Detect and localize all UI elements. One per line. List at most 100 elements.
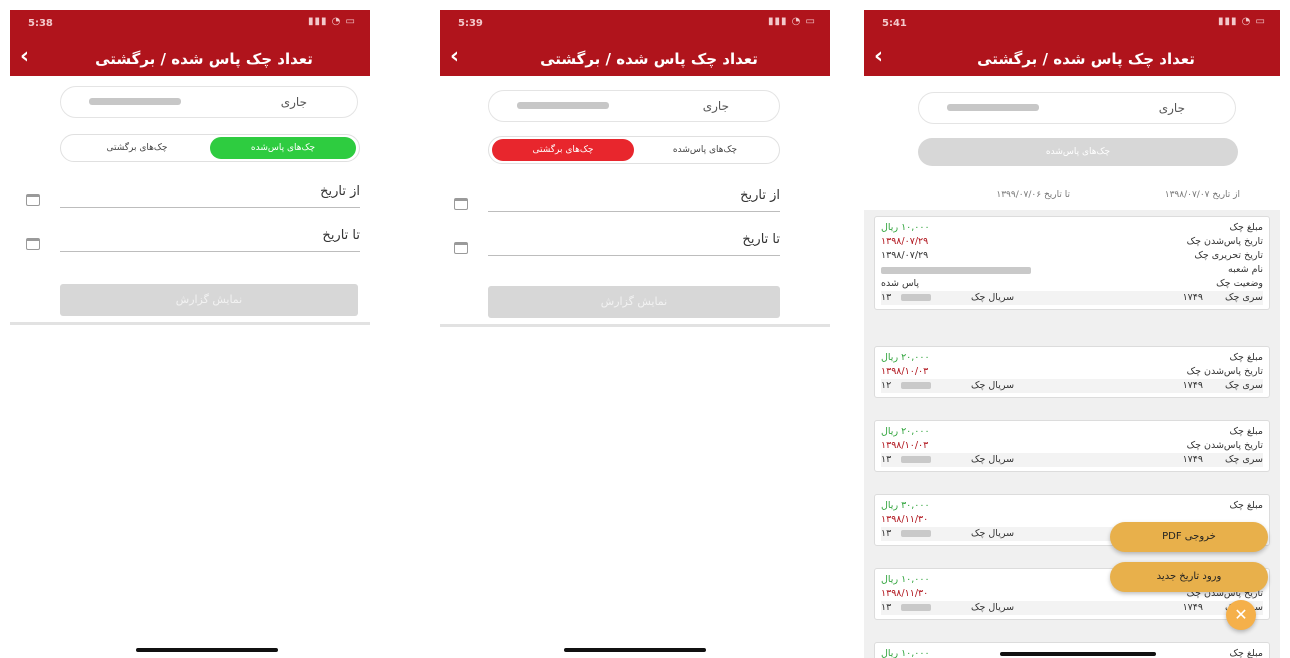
account-selector[interactable]: جاری [488, 90, 780, 122]
account-number-blurred [947, 104, 1039, 111]
serial-blurred [901, 456, 931, 463]
close-icon[interactable]: ✕ [1226, 600, 1256, 630]
to-date-label: تا تاریخ [742, 232, 780, 247]
home-indicator [564, 648, 706, 652]
amount-label: مبلغ چک [1229, 222, 1263, 233]
calendar-icon[interactable] [454, 198, 468, 210]
status-icons: ▮▮▮ ◔ ▭ [767, 16, 816, 27]
series-value: ۱۷۴۹ [1182, 454, 1203, 465]
serial-label: سریال چک [971, 528, 1015, 539]
status-time: 5:38 [28, 18, 53, 29]
pass-date-label: تاریخ پاس‌شدن چک [1186, 236, 1263, 247]
check-type-toggle: چک‌های پاس‌شده چک‌های برگشتی [488, 136, 780, 164]
serial-value: ۱۳ [881, 454, 892, 465]
tab-passed-checks[interactable]: چک‌های پاس‌شده [210, 137, 356, 159]
status-value: پاس شده [881, 278, 920, 289]
account-number-blurred [517, 102, 609, 109]
pass-date-value: ۱۳۹۸/۰۷/۲۹ [881, 236, 929, 247]
back-icon[interactable]: ‹ [450, 46, 459, 68]
serial-label: سریال چک [971, 292, 1015, 303]
pass-date-label: تاریخ پاس‌شدن چک [1186, 440, 1263, 451]
series-label: سری چک [1224, 292, 1263, 303]
status-icons: ▮▮▮ ◔ ▭ [1217, 16, 1266, 27]
tab-returned-checks[interactable]: چک‌های برگشتی [492, 139, 634, 161]
tab-passed-checks[interactable]: چک‌های پاس‌شده [634, 139, 776, 161]
account-type-label: جاری [280, 95, 307, 109]
home-indicator [1000, 652, 1156, 656]
app-header: 5:41 ▮▮▮ ◔ ▭ ‹ تعداد چک پاس شده / برگشتی [864, 10, 1280, 76]
screen-2: 5:39 ▮▮▮ ◔ ▭ ‹ تعداد چک پاس شده / برگشتی… [440, 10, 830, 658]
calendar-icon[interactable] [26, 194, 40, 206]
amount-value: ۳۰,۰۰۰ ریال [881, 500, 930, 511]
from-date-label: از تاریخ [320, 184, 360, 199]
series-label: سری چک [1224, 454, 1263, 465]
show-report-button[interactable]: نمایش گزارش [488, 286, 780, 318]
calendar-icon[interactable] [26, 238, 40, 250]
amount-label: مبلغ چک [1229, 648, 1263, 658]
serial-blurred [901, 382, 931, 389]
pass-date-value: ۱۳۹۸/۱۱/۳۰ [881, 514, 929, 525]
check-card[interactable]: مبلغ چک ۲۰,۰۰۰ ریال تاریخ پاس‌شدن چک ۱۳۹۸/… [874, 346, 1270, 398]
status-time: 5:41 [882, 18, 907, 29]
status-time: 5:39 [458, 18, 483, 29]
serial-value: ۱۳ [881, 528, 892, 539]
serial-label: سریال چک [971, 454, 1015, 465]
screen-1: 5:38 ▮▮▮ ◔ ▭ ‹ تعداد چک پاس شده / برگشتی… [10, 10, 370, 658]
amount-value: ۲۰,۰۰۰ ریال [881, 426, 930, 437]
page-title: تعداد چک پاس شده / برگشتی [95, 50, 313, 68]
from-date-text: از تاریخ ۱۳۹۸/۰۷/۰۷ [1164, 190, 1240, 200]
page-title: تعداد چک پاس شده / برگشتی [977, 50, 1195, 68]
page-title: تعداد چک پاس شده / برگشتی [540, 50, 758, 68]
amount-label: مبلغ چک [1229, 352, 1263, 363]
branch-name-blurred [881, 267, 1031, 274]
amount-label: مبلغ چک [1229, 426, 1263, 437]
series-label: سری چک [1224, 380, 1263, 391]
tab-returned-checks[interactable]: چک‌های برگشتی [64, 137, 210, 159]
passed-checks-button[interactable]: چک‌های پاس‌شده [918, 138, 1238, 166]
serial-value: ۱۲ [881, 380, 892, 391]
to-date-label: تا تاریخ [322, 228, 360, 243]
export-pdf-button[interactable]: خروجی PDF [1110, 522, 1268, 552]
series-value: ۱۷۴۹ [1182, 292, 1203, 303]
app-header: 5:39 ▮▮▮ ◔ ▭ ‹ تعداد چک پاس شده / برگشتی [440, 10, 830, 76]
account-selector[interactable]: جاری [60, 86, 358, 118]
from-date-field[interactable]: از تاریخ [60, 182, 360, 208]
divider [10, 322, 370, 325]
home-indicator [136, 648, 278, 652]
screen-3: 5:41 ▮▮▮ ◔ ▭ ‹ تعداد چک پاس شده / برگشتی… [864, 10, 1280, 658]
to-date-text: تا تاریخ ۱۳۹۹/۰۷/۰۶ [996, 190, 1070, 200]
to-date-field[interactable]: تا تاریخ [488, 230, 780, 256]
new-date-button[interactable]: ورود تاریخ جدید [1110, 562, 1268, 592]
from-date-field[interactable]: از تاریخ [488, 186, 780, 212]
from-date-label: از تاریخ [740, 188, 780, 203]
account-selector[interactable]: جاری [918, 92, 1236, 124]
serial-label: سریال چک [971, 602, 1015, 613]
app-header: 5:38 ▮▮▮ ◔ ▭ ‹ تعداد چک پاس شده / برگشتی [10, 10, 370, 76]
serial-blurred [901, 530, 931, 537]
account-type-label: جاری [702, 99, 729, 113]
amount-value: ۱۰,۰۰۰ ریال [881, 222, 930, 233]
pass-date-value: ۱۳۹۸/۱۱/۳۰ [881, 588, 929, 599]
pass-date-value: ۱۳۹۸/۱۰/۰۳ [881, 366, 929, 377]
series-value: ۱۷۴۹ [1182, 602, 1203, 613]
to-date-field[interactable]: تا تاریخ [60, 226, 360, 252]
amount-value: ۱۰,۰۰۰ ریال [881, 574, 930, 585]
check-card[interactable]: مبلغ چک ۱۰,۰۰۰ ریال تاریخ پاس‌شدن چک ۱۳۹۸/… [874, 216, 1270, 310]
pass-date-value: ۱۳۹۸/۱۰/۰۳ [881, 440, 929, 451]
amount-value: ۱۰,۰۰۰ ریال [881, 648, 930, 658]
check-card[interactable]: مبلغ چک ۲۰,۰۰۰ ریال تاریخ پاس‌شدن چک ۱۳۹۸/… [874, 420, 1270, 472]
show-report-button[interactable]: نمایش گزارش [60, 284, 358, 316]
series-value: ۱۷۴۹ [1182, 380, 1203, 391]
pass-date-label: تاریخ پاس‌شدن چک [1186, 366, 1263, 377]
write-date-value: ۱۳۹۸/۰۷/۲۹ [881, 250, 929, 261]
serial-blurred [901, 294, 931, 301]
calendar-icon[interactable] [454, 242, 468, 254]
back-icon[interactable]: ‹ [874, 46, 883, 68]
serial-blurred [901, 604, 931, 611]
serial-label: سریال چک [971, 380, 1015, 391]
check-type-toggle: چک‌های پاس‌شده چک‌های برگشتی [60, 134, 360, 162]
back-icon[interactable]: ‹ [20, 46, 29, 68]
account-number-blurred [89, 98, 181, 105]
serial-value: ۱۳ [881, 602, 892, 613]
status-icons: ▮▮▮ ◔ ▭ [307, 16, 356, 27]
